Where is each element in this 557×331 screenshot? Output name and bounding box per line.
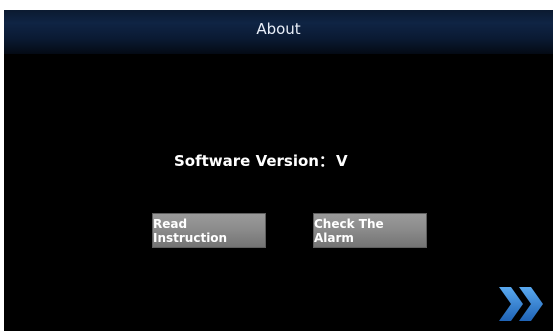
software-version-label: Software Version： xyxy=(174,152,334,170)
read-instruction-button[interactable]: Read Instruction xyxy=(152,213,266,248)
double-chevron-right-icon xyxy=(499,287,543,321)
next-page-button[interactable] xyxy=(497,284,547,324)
check-alarm-button[interactable]: Check The Alarm xyxy=(313,213,427,248)
page-title: About xyxy=(256,20,301,38)
title-bar: About xyxy=(4,10,553,54)
software-version-value: V xyxy=(336,152,348,170)
software-version-row: Software Version： V xyxy=(174,150,348,171)
hmi-screen: About Software Version： V Read Instructio… xyxy=(4,10,553,331)
